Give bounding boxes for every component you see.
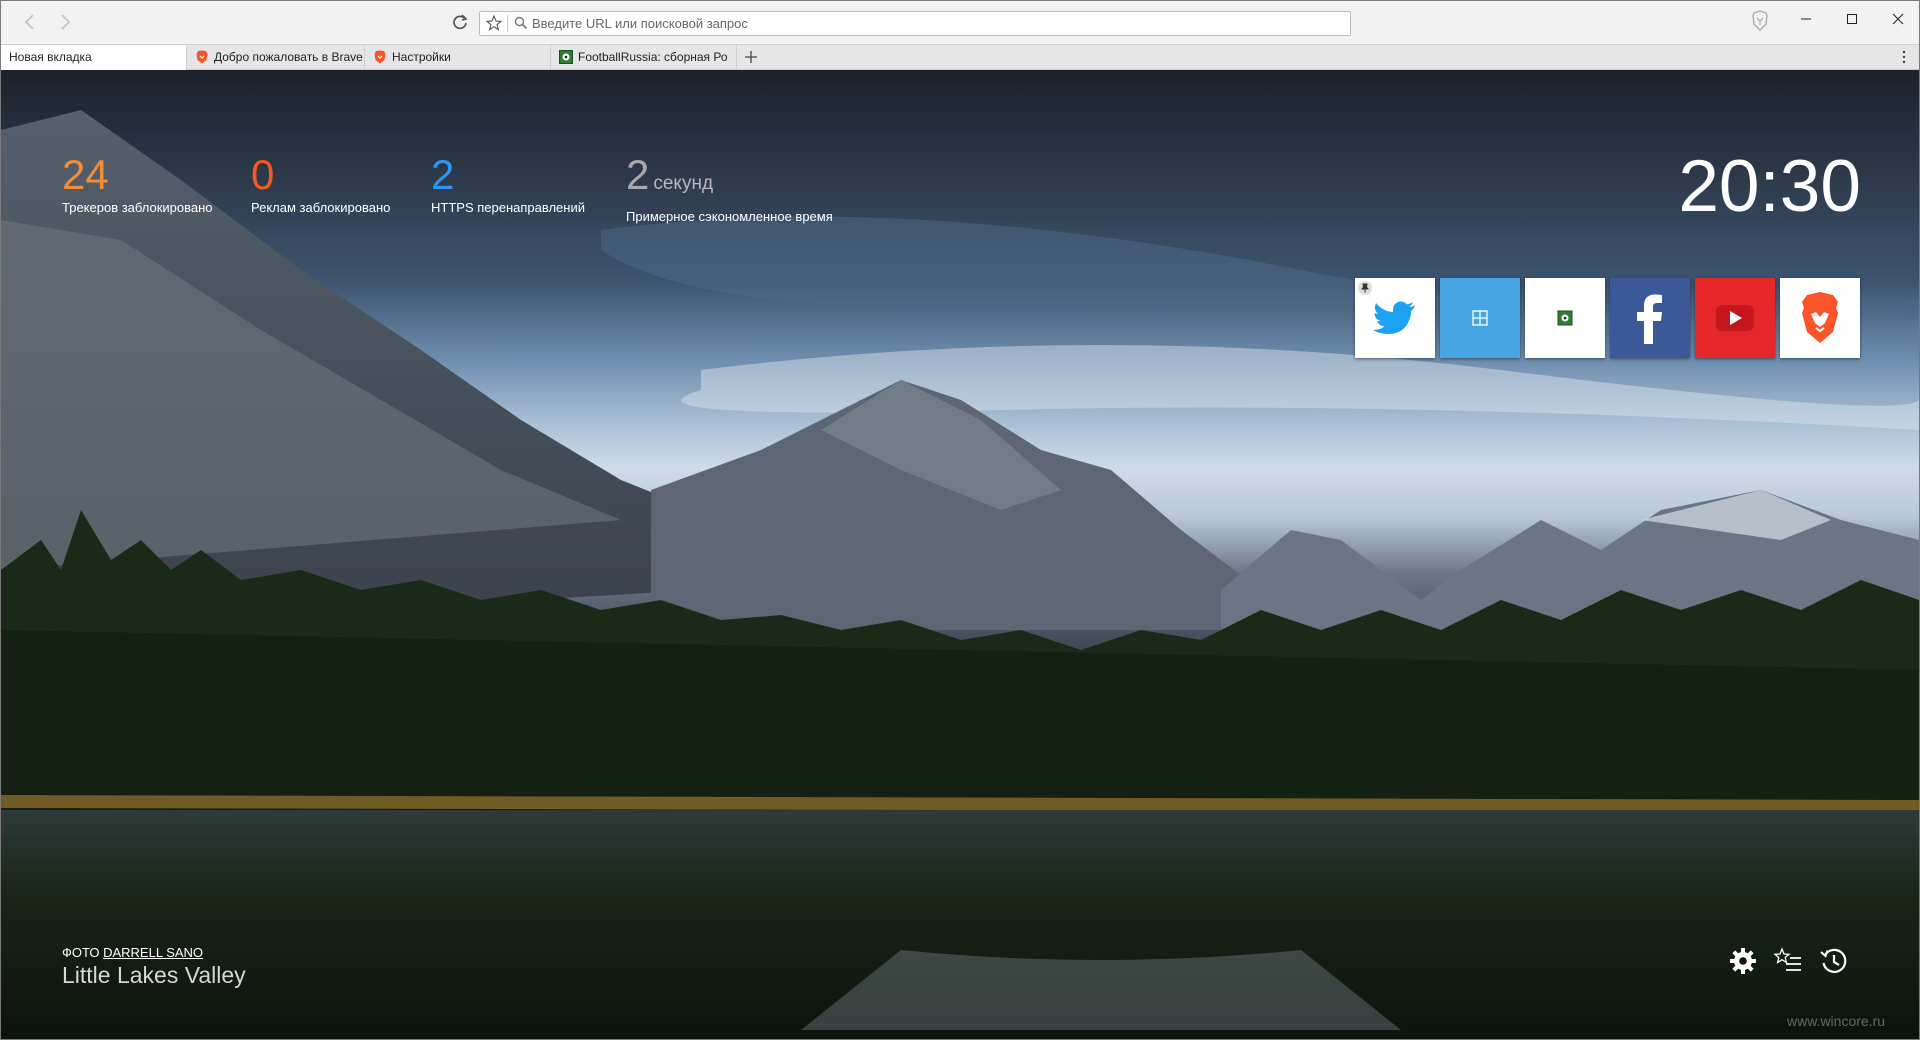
brave-lion-icon	[1802, 292, 1838, 343]
grid-icon	[1472, 310, 1488, 326]
back-button[interactable]	[19, 11, 41, 33]
time-saved-unit: секунд	[653, 173, 714, 194]
time-saved-label: Примерное сэкономленное время	[626, 209, 833, 224]
reload-button[interactable]	[449, 11, 471, 33]
facebook-f-icon	[1637, 294, 1662, 344]
photo-credit: ФОТО DARRELL SANO	[62, 945, 203, 960]
new-tab-page: 24 Трекеров заблокировано 0 Реклам забло…	[1, 70, 1919, 1039]
bookmarks-button[interactable]	[1773, 946, 1803, 976]
chevron-left-icon	[24, 14, 34, 30]
ads-label: Реклам заблокировано	[251, 200, 391, 215]
search-icon	[514, 16, 528, 30]
history-button[interactable]	[1819, 946, 1849, 976]
clock: 20:30	[1678, 146, 1861, 227]
brave-lion-icon	[195, 48, 209, 64]
stat-time-saved: 2 секунд Примерное сэкономленное время	[626, 151, 833, 225]
stat-ads-blocked: 0 Реклам заблокировано	[251, 151, 391, 216]
history-clock-icon	[1820, 948, 1847, 973]
top-site-tile-twitter[interactable]	[1355, 278, 1435, 358]
https-count: 2	[431, 151, 455, 198]
top-site-tile-brave[interactable]	[1780, 278, 1860, 358]
trackers-label: Трекеров заблокировано	[62, 200, 213, 215]
browser-window: Новая вкладка Добро пожаловать в Brave Н…	[0, 0, 1920, 1040]
tab-label: Новая вкладка	[9, 50, 92, 64]
football-icon	[559, 48, 573, 64]
chevron-right-icon	[61, 14, 71, 30]
gear-icon	[1730, 948, 1756, 974]
maximize-button[interactable]	[1829, 7, 1875, 35]
watermark: www.wincore.ru	[1787, 1013, 1886, 1029]
brave-lion-icon	[373, 48, 387, 64]
new-tab-button[interactable]	[741, 45, 761, 70]
tab-label: Настройки	[392, 50, 451, 64]
url-input[interactable]	[532, 14, 1332, 33]
tab-menu-button[interactable]	[1897, 45, 1911, 70]
football-icon	[1557, 310, 1573, 326]
landscape-background-image	[1, 110, 1919, 1039]
bookmarks-star-list-icon	[1773, 947, 1801, 971]
close-icon	[1892, 13, 1904, 25]
time-saved-value: 2	[626, 151, 650, 198]
minimize-button[interactable]	[1783, 7, 1829, 35]
close-window-button[interactable]	[1875, 7, 1919, 35]
photo-credit-prefix: ФОТО	[62, 945, 100, 960]
stat-trackers-blocked: 24 Трекеров заблокировано	[62, 151, 213, 216]
tab-label: Добро пожаловать в Brave	[214, 50, 363, 64]
stat-https-upgrades: 2 HTTPS перенаправлений	[431, 151, 585, 216]
url-bar	[479, 11, 1351, 36]
top-site-tile-2[interactable]	[1440, 278, 1520, 358]
photo-author-link[interactable]: DARRELL SANO	[103, 945, 203, 960]
vertical-dots-icon	[1902, 50, 1906, 64]
brave-shield-icon	[1752, 10, 1768, 31]
settings-button[interactable]	[1728, 946, 1758, 976]
plus-icon	[745, 51, 757, 63]
https-label: HTTPS перенаправлений	[431, 200, 585, 215]
trackers-count: 24	[62, 151, 109, 198]
tab-settings[interactable]: Настройки	[365, 45, 551, 70]
tab-label: FootballRussia: сборная Ро	[578, 50, 728, 64]
top-site-tile-facebook[interactable]	[1610, 278, 1690, 358]
tab-football-russia[interactable]: FootballRussia: сборная Ро	[551, 45, 737, 70]
bookmark-star-icon[interactable]	[485, 14, 503, 32]
brave-shields-button[interactable]	[1750, 10, 1770, 32]
youtube-play-icon	[1716, 305, 1754, 331]
top-site-tile-youtube[interactable]	[1695, 278, 1775, 358]
top-site-tile-football[interactable]	[1525, 278, 1605, 358]
forward-button[interactable]	[54, 11, 76, 33]
minimize-icon	[1801, 18, 1811, 20]
tab-new-tab[interactable]: Новая вкладка	[1, 45, 187, 70]
reload-icon	[453, 14, 468, 30]
photo-location-title: Little Lakes Valley	[62, 962, 246, 988]
tab-brave-welcome[interactable]: Добро пожаловать в Brave	[187, 45, 365, 70]
url-bar-divider	[507, 15, 508, 32]
navigation-bar	[1, 1, 1919, 44]
maximize-icon	[1847, 14, 1857, 24]
tab-strip: Новая вкладка Добро пожаловать в Brave Н…	[1, 44, 1919, 70]
twitter-bird-icon	[1373, 301, 1415, 334]
ads-count: 0	[251, 151, 275, 198]
